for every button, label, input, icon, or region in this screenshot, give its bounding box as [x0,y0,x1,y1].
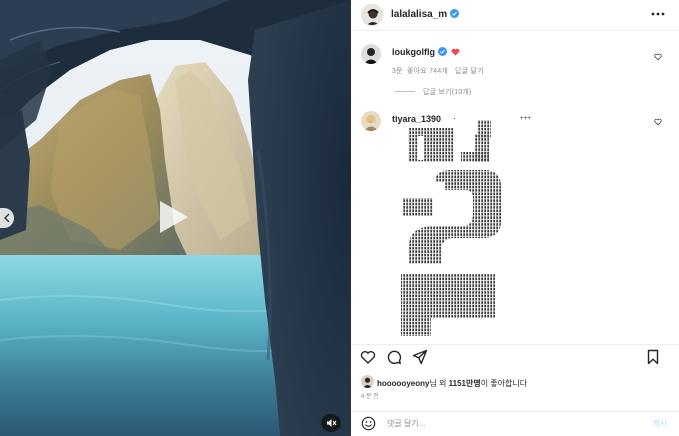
author-username[interactable]: lalalalisa_m [391,9,460,20]
header-divider [351,30,679,31]
avatar-image [361,111,381,131]
post-media[interactable] [0,0,351,436]
verified-badge-icon [450,9,460,18]
comment-input[interactable]: 댓글 달기... [387,418,425,429]
commenter-avatar[interactable] [361,111,381,131]
actions-divider [351,344,679,345]
post-side-panel: lalalalisa_m loukgolflg 3문 좋아요 744개 답글 달… [351,0,679,436]
mute-button[interactable] [321,414,341,432]
chevron-left-icon [4,213,10,223]
liker-avatar[interactable] [361,375,374,388]
replies-line [395,91,415,92]
post-timestamp[interactable]: 4 분 전 [361,391,379,400]
speaker-muted-icon [326,419,336,427]
comment-age: 3문 [392,68,403,75]
comment-box: 댓글 달기... 게시 [351,412,679,436]
bookmark-icon[interactable] [645,349,661,365]
like-comment-icon[interactable] [654,118,662,126]
avatar-image [361,44,381,64]
action-bar [351,346,679,368]
red-heart-icon [451,48,460,56]
liker-username[interactable]: hoooooyeony [377,379,429,388]
more-options-icon[interactable] [651,12,665,16]
verified-badge-icon [438,47,447,56]
author-avatar[interactable] [361,4,383,26]
view-replies-button[interactable]: 답글 보기(10개) [423,87,472,97]
likes-count[interactable]: 1151만명 [449,379,481,388]
post-comment-button[interactable]: 게시 [652,418,667,429]
avatar-image [361,375,374,388]
comment-icon[interactable] [386,349,402,365]
like-comment-icon[interactable] [654,53,662,61]
emoji-icon[interactable] [361,416,376,431]
avatar-image [362,5,382,25]
comment-like-count[interactable]: 좋아요 744개 [407,66,448,76]
play-icon[interactable] [152,197,192,237]
author-username-text[interactable]: lalalalisa_m [391,9,447,20]
heart-icon[interactable] [360,349,376,365]
post-header: lalalalisa_m [351,0,679,30]
comment-dot-art [401,120,501,336]
likes-mid: 님 외 [429,379,449,388]
reply-button[interactable]: 답글 달기 [455,66,484,76]
share-icon[interactable] [412,349,428,365]
likes-summary[interactable]: hoooooyeony님 외 1151만명이 좋아합니다 [377,378,527,389]
comment-username-text[interactable]: loukgolflg [392,47,435,57]
commenter-avatar[interactable] [361,44,381,64]
comment-username[interactable]: loukgolflg [392,47,460,57]
likes-tail: 이 좋아합니다 [480,379,528,388]
